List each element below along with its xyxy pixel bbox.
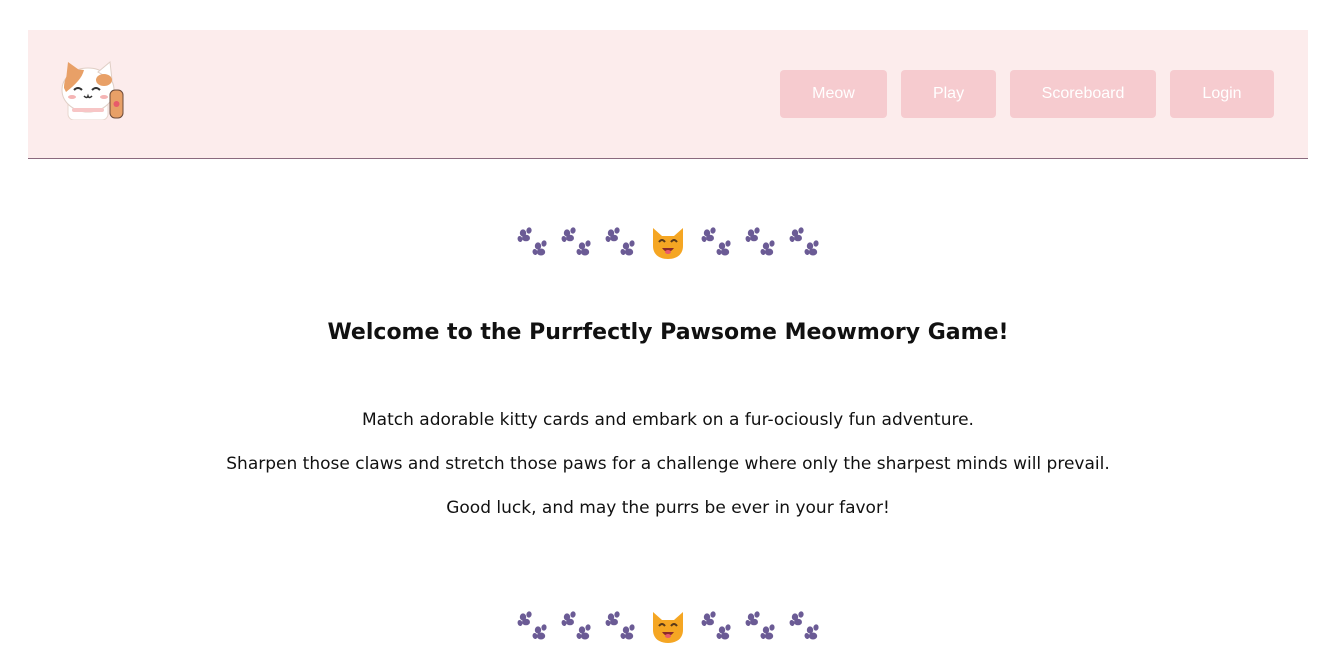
intro-paragraph-1: Match adorable kitty cards and embark on…: [362, 410, 974, 430]
paw-divider-top: [0, 226, 1336, 260]
main-nav: Meow Play Scoreboard Login: [780, 70, 1274, 118]
paw-prints-icon: [744, 227, 776, 259]
paw-divider-bottom: [0, 610, 1336, 644]
page-title: Welcome to the Purrfectly Pawsome Meowmo…: [327, 320, 1009, 345]
paw-prints-icon: [560, 611, 592, 643]
paw-prints-icon: [700, 227, 732, 259]
login-button[interactable]: Login: [1170, 70, 1274, 118]
smiling-cat-face-icon: [650, 610, 686, 644]
paw-prints-icon: [516, 611, 548, 643]
meow-button[interactable]: Meow: [780, 70, 887, 118]
paw-prints-icon: [516, 227, 548, 259]
scoreboard-button[interactable]: Scoreboard: [1010, 70, 1156, 118]
paw-prints-icon: [700, 611, 732, 643]
cat-waving-logo-icon[interactable]: [58, 60, 126, 121]
intro-paragraph-3: Good luck, and may the purrs be ever in …: [446, 498, 890, 518]
paw-prints-icon: [604, 227, 636, 259]
site-header: Meow Play Scoreboard Login: [28, 30, 1308, 159]
paw-prints-icon: [560, 227, 592, 259]
play-button[interactable]: Play: [901, 70, 996, 118]
paw-prints-icon: [788, 611, 820, 643]
paw-prints-icon: [788, 227, 820, 259]
paw-prints-icon: [604, 611, 636, 643]
smiling-cat-face-icon: [650, 226, 686, 260]
intro-paragraph-2: Sharpen those claws and stretch those pa…: [226, 454, 1110, 474]
paw-prints-icon: [744, 611, 776, 643]
